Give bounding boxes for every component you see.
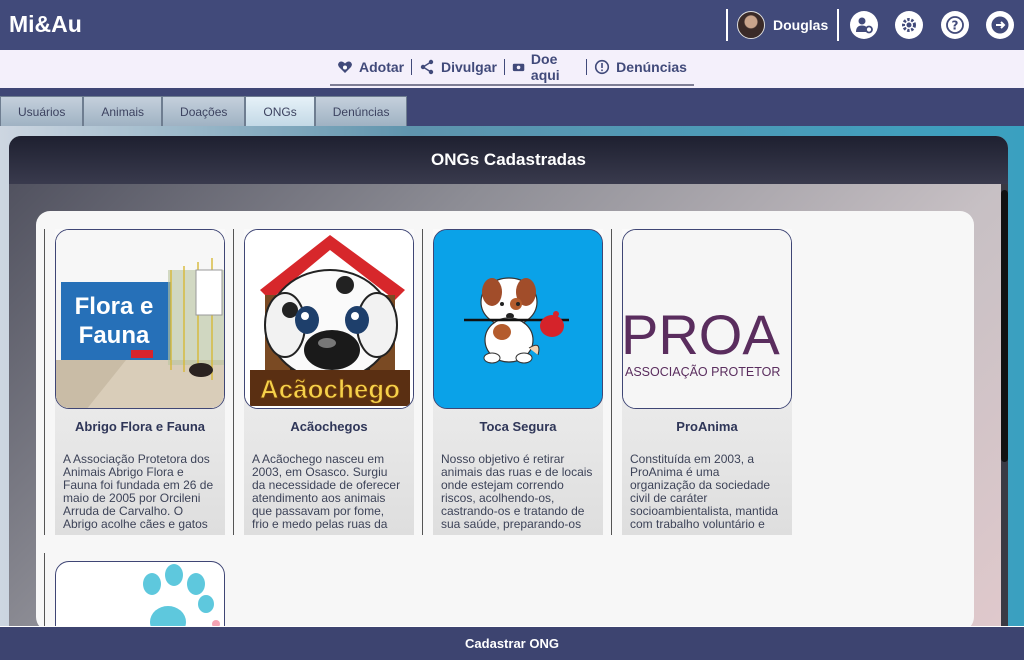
logout-icon[interactable] — [986, 11, 1014, 39]
ongs-panel: ONGs Cadastradas Flora e Fauna Abrigo Fl… — [9, 136, 1008, 626]
svg-text:?: ? — [952, 19, 959, 33]
ong-card-body: Toca Segura Nosso objetivo é retirar ani… — [433, 229, 603, 535]
nav-divulgar-label: Divulgar — [440, 59, 497, 75]
scrollbar-thumb[interactable] — [1001, 190, 1008, 462]
ong-grid: Flora e Fauna Abrigo Flora e Fauna A Ass… — [36, 211, 974, 626]
ong-photo[interactable]: PROA ASSOCIAÇÃO PROTETOR — [622, 229, 792, 409]
app-brand[interactable]: Mi&Au — [9, 11, 82, 38]
nav-adotar-label: Adotar — [359, 59, 405, 75]
acaochego-logo-text: Acãochego — [260, 374, 400, 404]
tab-ongs[interactable]: ONGs — [245, 96, 315, 126]
tab-animais[interactable]: Animais — [83, 96, 163, 126]
help-icon[interactable]: ? — [941, 11, 969, 39]
ong-description: A Acãochego nasceu em 2003, em Osasco. S… — [252, 452, 401, 531]
nav-divulgar[interactable]: Divulgar — [412, 59, 504, 75]
ong-card-body: PROA ASSOCIAÇÃO PROTETOR ProAnima Consti… — [622, 229, 792, 535]
nav-doe[interactable]: Doe aqui — [505, 51, 587, 83]
heart-paw-icon — [338, 61, 352, 73]
alert-icon — [595, 59, 610, 75]
avatar — [737, 11, 765, 39]
ong-card-acaochegos[interactable]: Acãochego Acãochegos A Acãochego nasceu … — [233, 229, 414, 535]
ong-card-toca-segura[interactable]: Toca Segura Nosso objetivo é retirar ani… — [422, 229, 603, 535]
ong-photo[interactable] — [433, 229, 603, 409]
panel-title: ONGs Cadastradas — [9, 136, 1008, 184]
tab-denuncias[interactable]: Denúncias — [314, 96, 408, 126]
main-nav: Adotar Divulgar Doe aqui Denúncias — [0, 50, 1024, 88]
ong-photo[interactable] — [55, 561, 225, 626]
ong-card-flora-fauna[interactable]: Flora e Fauna Abrigo Flora e Fauna A Ass… — [44, 229, 225, 535]
ong-name: Acãochegos — [290, 419, 368, 434]
ong-description: A Associação Protetora dos Animais Abrig… — [63, 452, 214, 531]
nav-links: Adotar Divulgar Doe aqui Denúncias — [330, 50, 694, 86]
user-menu[interactable]: Douglas — [726, 9, 840, 41]
nav-denuncias[interactable]: Denúncias — [587, 59, 694, 75]
top-header: Mi&Au Douglas ? — [0, 0, 1024, 50]
ong-card-body: Flora e Fauna Abrigo Flora e Fauna A Ass… — [55, 229, 225, 535]
nav-denuncias-label: Denúncias — [616, 59, 687, 75]
svg-text:Flora e: Flora e — [75, 293, 154, 320]
ong-name: Abrigo Flora e Fauna — [74, 419, 205, 434]
register-ong-button[interactable]: Cadastrar ONG — [0, 626, 1024, 660]
tab-usuarios[interactable]: Usuários — [0, 96, 84, 126]
ong-description: Nosso objetivo é retirar animais das rua… — [441, 452, 593, 531]
user-settings-icon[interactable] — [850, 11, 878, 39]
tab-doacoes[interactable]: Doações — [162, 96, 246, 126]
ong-name: Toca Segura — [479, 419, 557, 434]
money-icon — [512, 63, 525, 72]
ong-card-body: Acãochego Acãochegos A Acãochego nasceu … — [244, 229, 414, 535]
ong-card-proanima[interactable]: PROA ASSOCIAÇÃO PROTETOR ProAnima Consti… — [611, 229, 792, 535]
ong-photo[interactable]: Flora e Fauna — [55, 229, 225, 409]
proanima-logo-subtext: ASSOCIAÇÃO PROTETOR — [625, 365, 780, 379]
ong-photo[interactable]: Acãochego — [244, 229, 414, 409]
share-icon — [420, 59, 434, 75]
nav-doe-label: Doe aqui — [530, 51, 560, 83]
admin-tabs: Usuários Animais Doações ONGs Denúncias — [0, 96, 408, 126]
user-name: Douglas — [773, 17, 829, 33]
gear-icon[interactable] — [895, 11, 923, 39]
ong-card-partial[interactable] — [44, 553, 225, 626]
nav-adotar[interactable]: Adotar — [330, 59, 411, 75]
content-area: ONGs Cadastradas Flora e Fauna Abrigo Fl… — [0, 126, 1024, 626]
proanima-logo-text: PROA — [623, 303, 780, 366]
ong-name: ProAnima — [676, 419, 738, 434]
svg-text:Fauna: Fauna — [79, 322, 150, 349]
ong-description: Constituída em 2003, a ProAnima é uma or… — [630, 452, 779, 531]
